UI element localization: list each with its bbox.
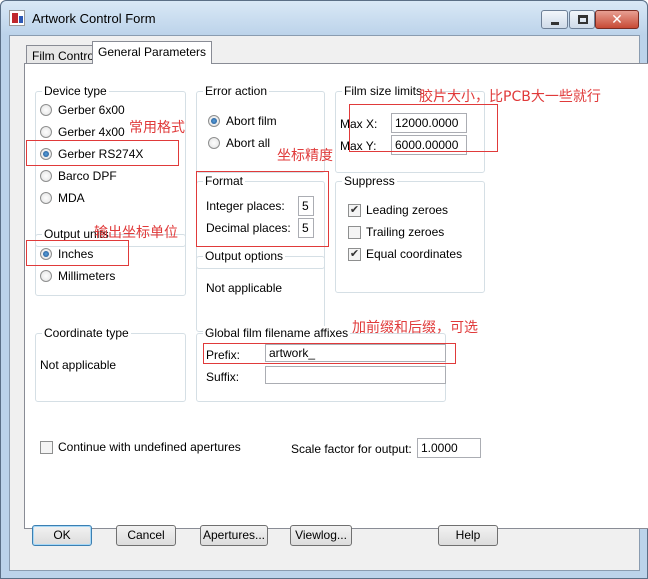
annotation-common-format: 常用格式 — [129, 120, 185, 136]
title-bar[interactable]: Artwork Control Form ✕ — [1, 1, 647, 35]
minimize-button[interactable] — [541, 10, 568, 29]
ok-button[interactable]: OK — [32, 525, 92, 546]
affixes-label: Global film filename affixes — [203, 326, 351, 340]
coordinate-type-label: Coordinate type — [42, 326, 131, 340]
suppress-label: Suppress — [342, 174, 397, 188]
maximize-button[interactable] — [569, 10, 595, 29]
checkbox-equal-coordinates[interactable]: ✔ Equal coordinates — [348, 247, 462, 261]
annotation-box-affix — [203, 343, 456, 364]
apertures-button[interactable]: Apertures... — [200, 525, 268, 546]
help-button[interactable]: Help — [438, 525, 498, 546]
close-icon: ✕ — [611, 11, 623, 27]
radio-mda[interactable]: MDA — [40, 191, 85, 205]
radio-gerber-4x00[interactable]: Gerber 4x00 — [40, 125, 125, 139]
radio-gerber-6x00[interactable]: Gerber 6x00 — [40, 103, 125, 117]
dialog-client: Film Control General Parameters Device t… — [9, 35, 648, 571]
annotation-film-size: 胶片大小，比PCB大一些就行 — [419, 89, 601, 105]
tab-general-parameters[interactable]: General Parameters — [92, 41, 213, 64]
annotation-box-film-size — [349, 104, 498, 152]
checkbox-trailing-zeroes[interactable]: Trailing zeroes — [348, 225, 444, 239]
close-button[interactable]: ✕ — [595, 10, 639, 29]
annotation-box-device — [26, 140, 179, 166]
output-options-label: Output options — [203, 249, 286, 263]
film-size-label: Film size limits — [342, 84, 424, 98]
radio-abort-all[interactable]: Abort all — [208, 136, 270, 150]
annotation-output-units: 输出坐标单位 — [94, 225, 178, 241]
viewlog-button[interactable]: Viewlog... — [290, 525, 352, 546]
annotation-affix: 加前缀和后缀，可选 — [352, 320, 478, 336]
checkmark-icon: ✔ — [348, 247, 361, 261]
checkbox-leading-zeroes[interactable]: ✔ Leading zeroes — [348, 203, 448, 217]
app-icon — [9, 10, 25, 26]
checkbox-continue-undefined-apertures[interactable]: Continue with undefined apertures — [40, 440, 241, 454]
window-title: Artwork Control Form — [32, 11, 156, 26]
error-action-label: Error action — [203, 84, 270, 98]
device-type-label: Device type — [42, 84, 109, 98]
coordinate-type-value: Not applicable — [40, 358, 117, 372]
scale-factor-field[interactable]: 1.0000 — [417, 438, 481, 458]
annotation-precision: 坐标精度 — [277, 148, 333, 164]
output-options-value: Not applicable — [206, 281, 283, 295]
artwork-control-window: Artwork Control Form ✕ Film Control Gene… — [0, 0, 648, 579]
cancel-button[interactable]: Cancel — [116, 525, 176, 546]
scale-factor-label: Scale factor for output: — [291, 442, 412, 456]
annotation-box-units — [26, 240, 129, 266]
general-parameters-page: Device type Gerber 6x00 Gerber 4x00 Gerb… — [24, 63, 648, 529]
suffix-field[interactable] — [265, 366, 446, 384]
radio-abort-film[interactable]: Abort film — [208, 114, 277, 128]
radio-millimeters[interactable]: Millimeters — [40, 269, 115, 283]
annotation-box-format — [196, 171, 329, 247]
minimize-icon — [551, 22, 559, 25]
checkmark-icon: ✔ — [348, 203, 361, 217]
maximize-icon — [578, 15, 588, 24]
radio-barco-dpf[interactable]: Barco DPF — [40, 169, 117, 183]
suffix-label: Suffix: — [206, 370, 240, 384]
